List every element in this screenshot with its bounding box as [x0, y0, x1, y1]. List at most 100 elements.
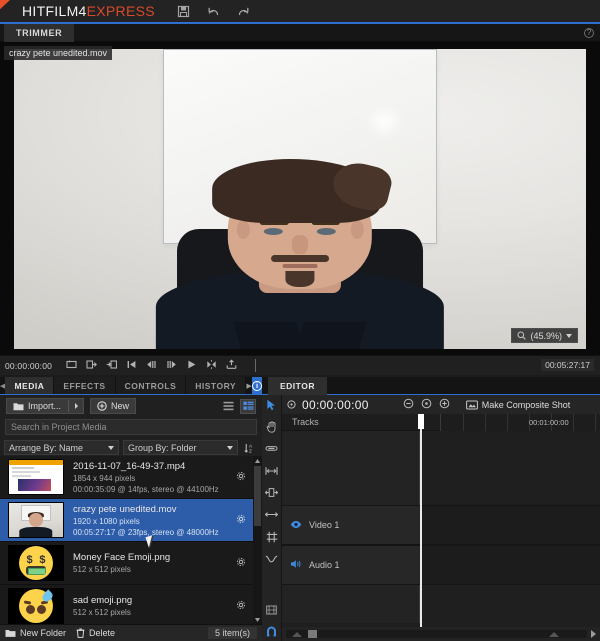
new-folder-button[interactable]: New Folder [5, 628, 66, 638]
media-list-scrollbar[interactable] [253, 456, 262, 624]
zoom-fit-icon[interactable] [421, 396, 432, 414]
media-info: sad emoji.png 512 x 512 pixels [73, 595, 132, 617]
film-strip-icon[interactable] [264, 603, 279, 616]
svg-text:Z: Z [249, 448, 252, 453]
scroll-up-arrow-icon[interactable] [253, 456, 262, 465]
razor-tool-icon[interactable] [264, 530, 279, 543]
make-composite-shot-label: Make Composite Shot [481, 399, 571, 410]
media-name: crazy pete unedited.mov [73, 503, 177, 515]
timeline-ruler[interactable]: 00:01:00:00 [440, 414, 600, 431]
go-to-start-icon[interactable] [126, 357, 137, 375]
gear-icon[interactable] [236, 554, 246, 572]
eye-right [317, 228, 336, 236]
sort-az-icon[interactable]: AZ [242, 440, 258, 455]
tab-info[interactable]: i [252, 377, 262, 394]
list-item[interactable]: sad emoji.png 512 x 512 pixels [0, 585, 262, 624]
tab-media[interactable]: MEDIA [5, 377, 55, 394]
ripple-tool-icon[interactable] [264, 486, 279, 499]
tab-effects[interactable]: EFFECTS [54, 377, 116, 394]
zoom-level-label: (45.9%) [530, 330, 562, 341]
gear-icon[interactable] [236, 597, 246, 615]
chevron-down-icon[interactable] [566, 333, 572, 338]
detail-view-icon[interactable] [240, 398, 256, 414]
playhead[interactable] [420, 414, 422, 635]
curve-tool-icon[interactable] [264, 552, 279, 565]
track-audio-1[interactable]: Audio 1 [282, 545, 600, 585]
transport-divider [255, 359, 257, 372]
new-button[interactable]: New [90, 398, 137, 414]
list-view-icon[interactable] [220, 399, 236, 414]
chevron-down-icon [227, 445, 233, 450]
gear-icon[interactable] [236, 511, 246, 529]
horizontal-scrollbar[interactable] [286, 630, 587, 638]
timeline-track-area[interactable]: Video 1 Audio 1 [282, 431, 600, 623]
help-icon[interactable]: ? [584, 28, 594, 38]
insert-icon[interactable] [106, 357, 118, 375]
speaker-icon[interactable] [290, 556, 302, 574]
editor-timecode[interactable]: 00:00:00:00 [302, 398, 369, 412]
import-caret-icon[interactable] [75, 403, 79, 409]
video-preview[interactable]: (45.9%) [14, 49, 586, 349]
scrollbar-thumb[interactable] [254, 466, 261, 526]
arrange-by-select[interactable]: Arrange By: Name [4, 440, 119, 455]
import-button[interactable]: Import... [6, 398, 85, 414]
redo-icon[interactable] [237, 5, 250, 18]
hand-tool-icon[interactable] [264, 420, 279, 433]
track-video-1[interactable]: Video 1 [282, 505, 600, 545]
slide-tool-icon[interactable] [264, 464, 279, 477]
goatee [285, 271, 315, 288]
media-dimensions: 512 x 512 pixels [73, 565, 131, 574]
tab-editor[interactable]: EDITOR [268, 377, 327, 395]
scroll-right-arrow-icon[interactable] [591, 630, 596, 638]
tab-trimmer[interactable]: TRIMMER [4, 24, 75, 42]
play-icon[interactable] [186, 357, 197, 375]
shirt-collar-right [296, 322, 368, 349]
loop-icon[interactable] [66, 357, 77, 375]
tab-history[interactable]: HISTORY [186, 377, 247, 394]
eye-icon[interactable] [290, 516, 302, 534]
scroll-zoom-left-handle[interactable] [292, 632, 302, 637]
pointer-tool-icon[interactable] [264, 398, 279, 411]
gear-icon[interactable] [236, 468, 246, 486]
slip-tool-icon[interactable] [264, 442, 279, 455]
undo-icon[interactable] [207, 5, 220, 18]
title-bar: HITFILM4EXPRESS [0, 0, 600, 22]
list-item[interactable]: 2016-11-07_16-49-37.mp4 1854 x 944 pixel… [0, 456, 262, 499]
media-list[interactable]: 2016-11-07_16-49-37.mp4 1854 x 944 pixel… [0, 456, 262, 624]
plus-circle-icon [97, 401, 107, 411]
media-info: crazy pete unedited.mov 1920 x 1080 pixe… [73, 504, 219, 537]
step-forward-icon[interactable] [166, 357, 177, 375]
stretch-tool-icon[interactable] [264, 508, 279, 521]
make-composite-shot-button[interactable]: Make Composite Shot [465, 399, 571, 410]
search-input[interactable]: Search in Project Media [5, 419, 257, 435]
arrange-by-label: Arrange By: Name [9, 442, 84, 453]
playhead-handle[interactable] [418, 414, 424, 429]
group-by-select[interactable]: Group By: Folder [123, 440, 238, 455]
export-out-icon[interactable] [86, 357, 98, 375]
list-item[interactable]: $ $ Money Face Emoji.png 512 x 512 pixel… [0, 542, 262, 585]
viewer-zoom-control[interactable]: (45.9%) [511, 328, 578, 343]
track-body[interactable] [420, 506, 600, 544]
scroll-down-arrow-icon[interactable] [253, 615, 262, 624]
scroll-zoom-right-handle[interactable] [549, 632, 559, 637]
track-body[interactable] [420, 546, 600, 584]
zoom-in-icon[interactable] [439, 396, 450, 414]
scrollbar-thumb[interactable] [308, 630, 317, 638]
export-frame-icon[interactable] [226, 357, 237, 375]
list-item[interactable]: crazy pete unedited.mov 1920 x 1080 pixe… [0, 499, 262, 542]
brand-hitfilm4: HITFILM4 [22, 3, 87, 19]
delete-button[interactable]: Delete [76, 628, 115, 638]
magnet-snap-icon[interactable] [264, 625, 279, 638]
tab-controls[interactable]: CONTROLS [115, 377, 187, 394]
markers-icon[interactable] [206, 357, 217, 375]
media-dimensions: 1854 x 944 pixels [73, 473, 136, 483]
trimmer-viewer[interactable]: crazy pete unedited.mov (45.9%) [0, 42, 600, 355]
step-back-icon[interactable] [146, 357, 157, 375]
ruler-timecode-label: 00:01:00:00 [529, 418, 569, 427]
current-timecode[interactable]: 00:00:00:00 [0, 361, 52, 371]
screenshot-thumb-icon [9, 460, 63, 494]
save-icon[interactable] [177, 5, 190, 18]
delete-label: Delete [89, 628, 116, 638]
moustache [271, 254, 329, 262]
zoom-out-icon[interactable] [403, 396, 414, 414]
